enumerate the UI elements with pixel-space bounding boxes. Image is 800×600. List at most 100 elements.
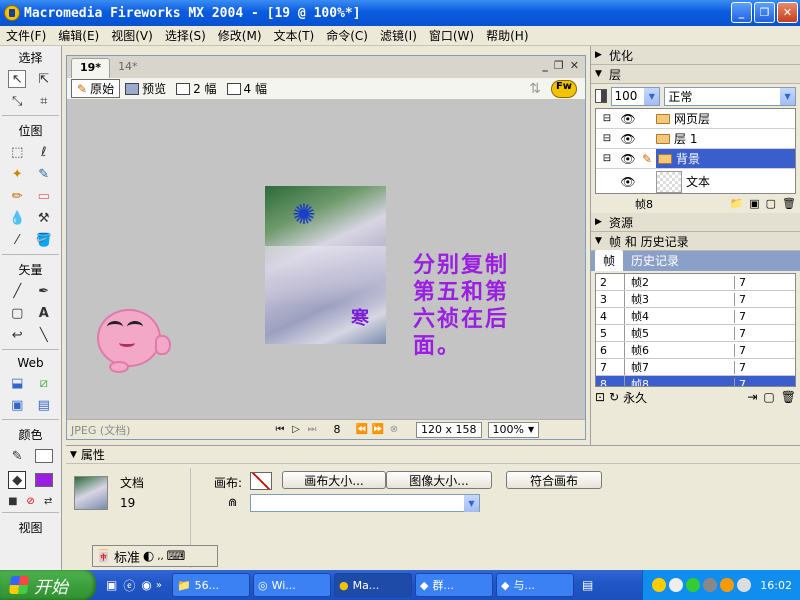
frame-row[interactable]: 6 帧6 7 [596, 342, 795, 359]
menu-help[interactable]: 帮助(H) [480, 27, 534, 44]
frame-row[interactable]: 7 帧7 7 [596, 359, 795, 376]
menu-modify[interactable]: 修改(M) [212, 27, 268, 44]
pointer-tool-icon[interactable]: ↖ [8, 70, 27, 88]
quicklaunch-ie-icon[interactable]: ⓔ [123, 577, 135, 594]
eyedropper-tool-icon[interactable]: ⁄ [8, 231, 26, 249]
close-button[interactable]: ✕ [777, 2, 798, 23]
tray-volume-icon[interactable] [737, 578, 752, 592]
stroke-color-icon[interactable]: ✎ [8, 447, 26, 465]
add-frame-icon[interactable]: ▢ [763, 390, 774, 404]
trash-icon[interactable]: 🗑 [782, 197, 796, 210]
tray-security-icon[interactable] [669, 578, 684, 592]
taskbar-item-fireworks[interactable]: ● Ma... [333, 573, 412, 597]
layer-row-layer1[interactable]: ⊟ 👁 层 1 [596, 129, 795, 149]
hotspot-tool-icon[interactable]: ⬓ [8, 374, 26, 392]
expanded-arrow-icon[interactable]: ▼ [70, 450, 77, 460]
menu-window[interactable]: 窗口(W) [423, 27, 480, 44]
minimize-button[interactable]: _ [731, 2, 752, 23]
marquee-tool-icon[interactable]: ⬚ [8, 143, 26, 161]
object-row-text[interactable]: 👁 文本 [596, 169, 795, 193]
show-slices-icon[interactable]: ▤ [35, 396, 53, 414]
tab-history[interactable]: 历史记录 [623, 250, 687, 271]
tray-qq-icon[interactable] [720, 578, 735, 592]
canvas-image[interactable]: ✺ 寒 [265, 186, 386, 344]
fill-color-swatch[interactable] [34, 473, 53, 487]
taskbar-item[interactable]: ◎ Wi... [252, 573, 331, 597]
default-colors-icon[interactable]: ■ [4, 492, 22, 510]
freeform-tool-icon[interactable]: ↩ [8, 326, 26, 344]
view-2up-button[interactable]: 2 幅 [171, 79, 221, 98]
taskbar-item[interactable]: ◆ 与... [495, 573, 574, 597]
tab-frames[interactable]: 帧 [595, 250, 624, 271]
half-width-moon-icon[interactable]: ◐ [143, 549, 154, 564]
quick-export-icon[interactable]: Fw [551, 79, 577, 98]
swap-colors-icon[interactable]: ⇄ [39, 492, 57, 510]
trash-icon[interactable]: 🗑 [781, 390, 796, 404]
opacity-select[interactable]: 100 ▼ [610, 86, 661, 106]
frame-row-selected[interactable]: 8 帧8 7 [596, 376, 795, 386]
export-icon[interactable]: ⇅ [529, 81, 541, 97]
assets-panel-header[interactable]: ▶ 资源 [591, 213, 800, 232]
taskbar-item[interactable]: ◆ 群... [414, 573, 493, 597]
subselect-tool-icon[interactable]: ⇱ [35, 70, 53, 88]
canvas-text[interactable]: 分别复制第五和第六祯在后面。 [413, 252, 531, 360]
doc-tab-14[interactable]: 14* [110, 58, 146, 78]
menu-commands[interactable]: 命令(C) [320, 27, 374, 44]
pen-tool-icon[interactable]: ✒ [35, 282, 53, 300]
tray-ime-icon[interactable] [652, 578, 667, 592]
prev-frame-icon[interactable]: ⏪ [354, 424, 370, 435]
menu-file[interactable]: 文件(F) [0, 27, 52, 44]
last-frame-icon[interactable]: ⏭ [304, 424, 320, 435]
frame-row[interactable]: 5 帧5 7 [596, 325, 795, 342]
play-icon[interactable]: ▷ [288, 424, 304, 435]
view-original-button[interactable]: ✎ 原始 [71, 79, 121, 98]
tray-network-icon[interactable] [703, 578, 718, 592]
optimize-panel-header[interactable]: ▶ 优化 [591, 46, 800, 65]
doc-restore-icon[interactable]: ❐ [554, 59, 564, 72]
zoom-select[interactable]: 100% ▼ [487, 421, 540, 438]
taskbar-item[interactable]: 📁 56... [171, 573, 250, 597]
paint-bucket-tool-icon[interactable]: 🪣 [35, 231, 53, 249]
collapse-icon[interactable]: ⊟ [596, 113, 618, 124]
loop-setting[interactable]: 永久 [623, 389, 647, 406]
slice-tool-icon[interactable]: ⧄ [35, 374, 53, 392]
add-mask-icon[interactable]: ▣ [749, 197, 759, 210]
no-color-icon[interactable]: ⊘ [22, 492, 40, 510]
fit-canvas-button[interactable]: 符合画布 [506, 471, 602, 489]
eye-icon[interactable]: 👁 [618, 152, 638, 166]
canvas-color-swatch[interactable] [250, 472, 272, 490]
fill-color-icon[interactable]: ◆ [8, 471, 27, 489]
distribute-to-frames-icon[interactable]: ⇥ [747, 390, 757, 404]
tray-shield-icon[interactable] [686, 578, 701, 592]
eye-icon[interactable]: 👁 [618, 175, 638, 189]
restore-button[interactable]: ❐ [754, 2, 775, 23]
new-subfolder-icon[interactable]: 📁 [730, 197, 744, 210]
canvas-area[interactable]: ✺ 寒 分别复制第五和第六祯在后面。 [67, 100, 585, 419]
new-layer-icon[interactable]: ▢ [766, 197, 776, 210]
layers-panel-header[interactable]: ▼ 层 [591, 65, 800, 84]
onion-skin-icon[interactable]: ⊡ [595, 390, 605, 404]
layer-row-web[interactable]: ⊟ 👁 网页层 [596, 109, 795, 129]
loop-icon[interactable]: ↻ [609, 390, 619, 404]
quicklaunch-media-icon[interactable]: ◉ [141, 578, 151, 592]
start-button[interactable]: 开始 [0, 570, 96, 600]
scale-tool-icon[interactable]: ⤡ [8, 92, 26, 110]
rectangle-tool-icon[interactable]: ▢ [8, 304, 26, 322]
eye-icon[interactable]: 👁 [618, 112, 638, 126]
collapse-icon[interactable]: ⊟ [596, 133, 618, 144]
frame-row[interactable]: 2 帧2 7 [596, 274, 795, 291]
menu-text[interactable]: 文本(T) [268, 27, 321, 44]
crop-tool-icon[interactable]: ⌗ [35, 92, 53, 110]
line-tool-icon[interactable]: ╱ [8, 282, 26, 300]
brush-tool-icon[interactable]: ✎ [35, 165, 53, 183]
taskbar-app-icon[interactable]: ▤ [582, 578, 593, 592]
collapse-icon[interactable]: ⊟ [596, 153, 618, 164]
stop-icon[interactable]: ⊗ [386, 424, 402, 435]
frames-panel-header[interactable]: ▼ 帧 和 历史记录 [591, 232, 800, 251]
knife-tool-icon[interactable]: ╲ [35, 326, 53, 344]
canvas-options-select[interactable]: ▼ [250, 494, 480, 512]
view-4up-button[interactable]: 4 幅 [222, 79, 272, 98]
pencil-icon[interactable]: ✎ [638, 152, 656, 166]
magic-wand-tool-icon[interactable]: ✦ [8, 165, 26, 183]
next-frame-icon[interactable]: ⏩ [370, 424, 386, 435]
